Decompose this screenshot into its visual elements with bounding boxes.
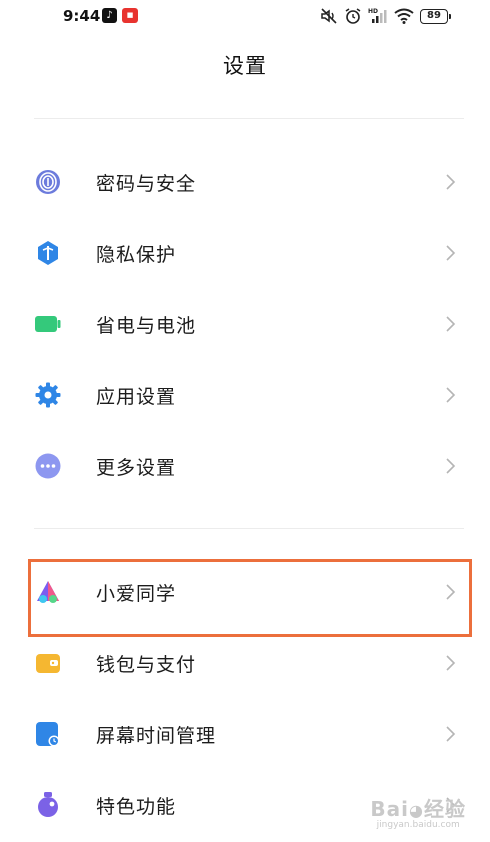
chevron-right-icon — [446, 316, 456, 332]
settings-item-app-settings[interactable]: 应用设置 — [0, 365, 490, 425]
special-features-icon — [38, 792, 58, 817]
highlight-box — [28, 559, 472, 637]
divider — [34, 528, 464, 529]
settings-item-label: 隐私保护 — [96, 244, 177, 266]
signal-icon: HD — [368, 8, 387, 23]
status-icons: HD 89 — [320, 6, 451, 26]
battery-indicator: 89 — [420, 8, 451, 24]
settings-item-label: 省电与电池 — [96, 315, 197, 337]
mute-icon — [321, 8, 337, 24]
watermark-logo: Bai◕经验 jingyan.baidu.com — [370, 797, 466, 830]
settings-item-label: 特色功能 — [96, 796, 177, 818]
settings-item-screen-time[interactable]: 屏幕时间管理 — [0, 704, 490, 764]
fingerprint-icon — [36, 170, 60, 194]
chevron-right-icon — [446, 245, 456, 261]
status-time: 9:44 — [63, 7, 101, 25]
settings-item-battery[interactable]: 省电与电池 — [0, 294, 490, 354]
settings-item-label: 密码与安全 — [96, 173, 197, 195]
privacy-shield-icon — [38, 241, 58, 265]
status-bar: 9:44 ♪ ■ HD 89 — [0, 0, 490, 34]
chevron-right-icon — [446, 458, 456, 474]
chevron-right-icon — [446, 726, 456, 742]
tiktok-icon: ♪ — [102, 8, 117, 23]
more-dots-icon — [35, 453, 61, 479]
settings-item-privacy[interactable]: 隐私保护 — [0, 223, 490, 283]
wifi-icon — [394, 8, 414, 24]
settings-item-wallet[interactable]: 钱包与支付 — [0, 633, 490, 693]
alarm-icon — [345, 8, 361, 24]
divider — [34, 118, 464, 119]
app-notification-icon: ■ — [122, 8, 138, 23]
svg-text:HD: HD — [368, 8, 378, 15]
chevron-right-icon — [446, 387, 456, 403]
wallet-icon — [36, 654, 60, 673]
chevron-right-icon — [446, 655, 456, 671]
screen-time-icon — [36, 722, 60, 747]
chevron-right-icon — [446, 174, 456, 190]
battery-icon — [35, 316, 61, 332]
settings-item-label: 钱包与支付 — [96, 654, 197, 676]
gear-icon — [35, 382, 61, 408]
page-title: 设置 — [223, 54, 267, 78]
settings-item-label: 屏幕时间管理 — [96, 725, 217, 747]
settings-item-label: 应用设置 — [96, 386, 177, 408]
settings-item-more-settings[interactable]: 更多设置 — [0, 436, 490, 496]
settings-item-label: 更多设置 — [96, 457, 177, 479]
settings-item-password-security[interactable]: 密码与安全 — [0, 152, 490, 212]
